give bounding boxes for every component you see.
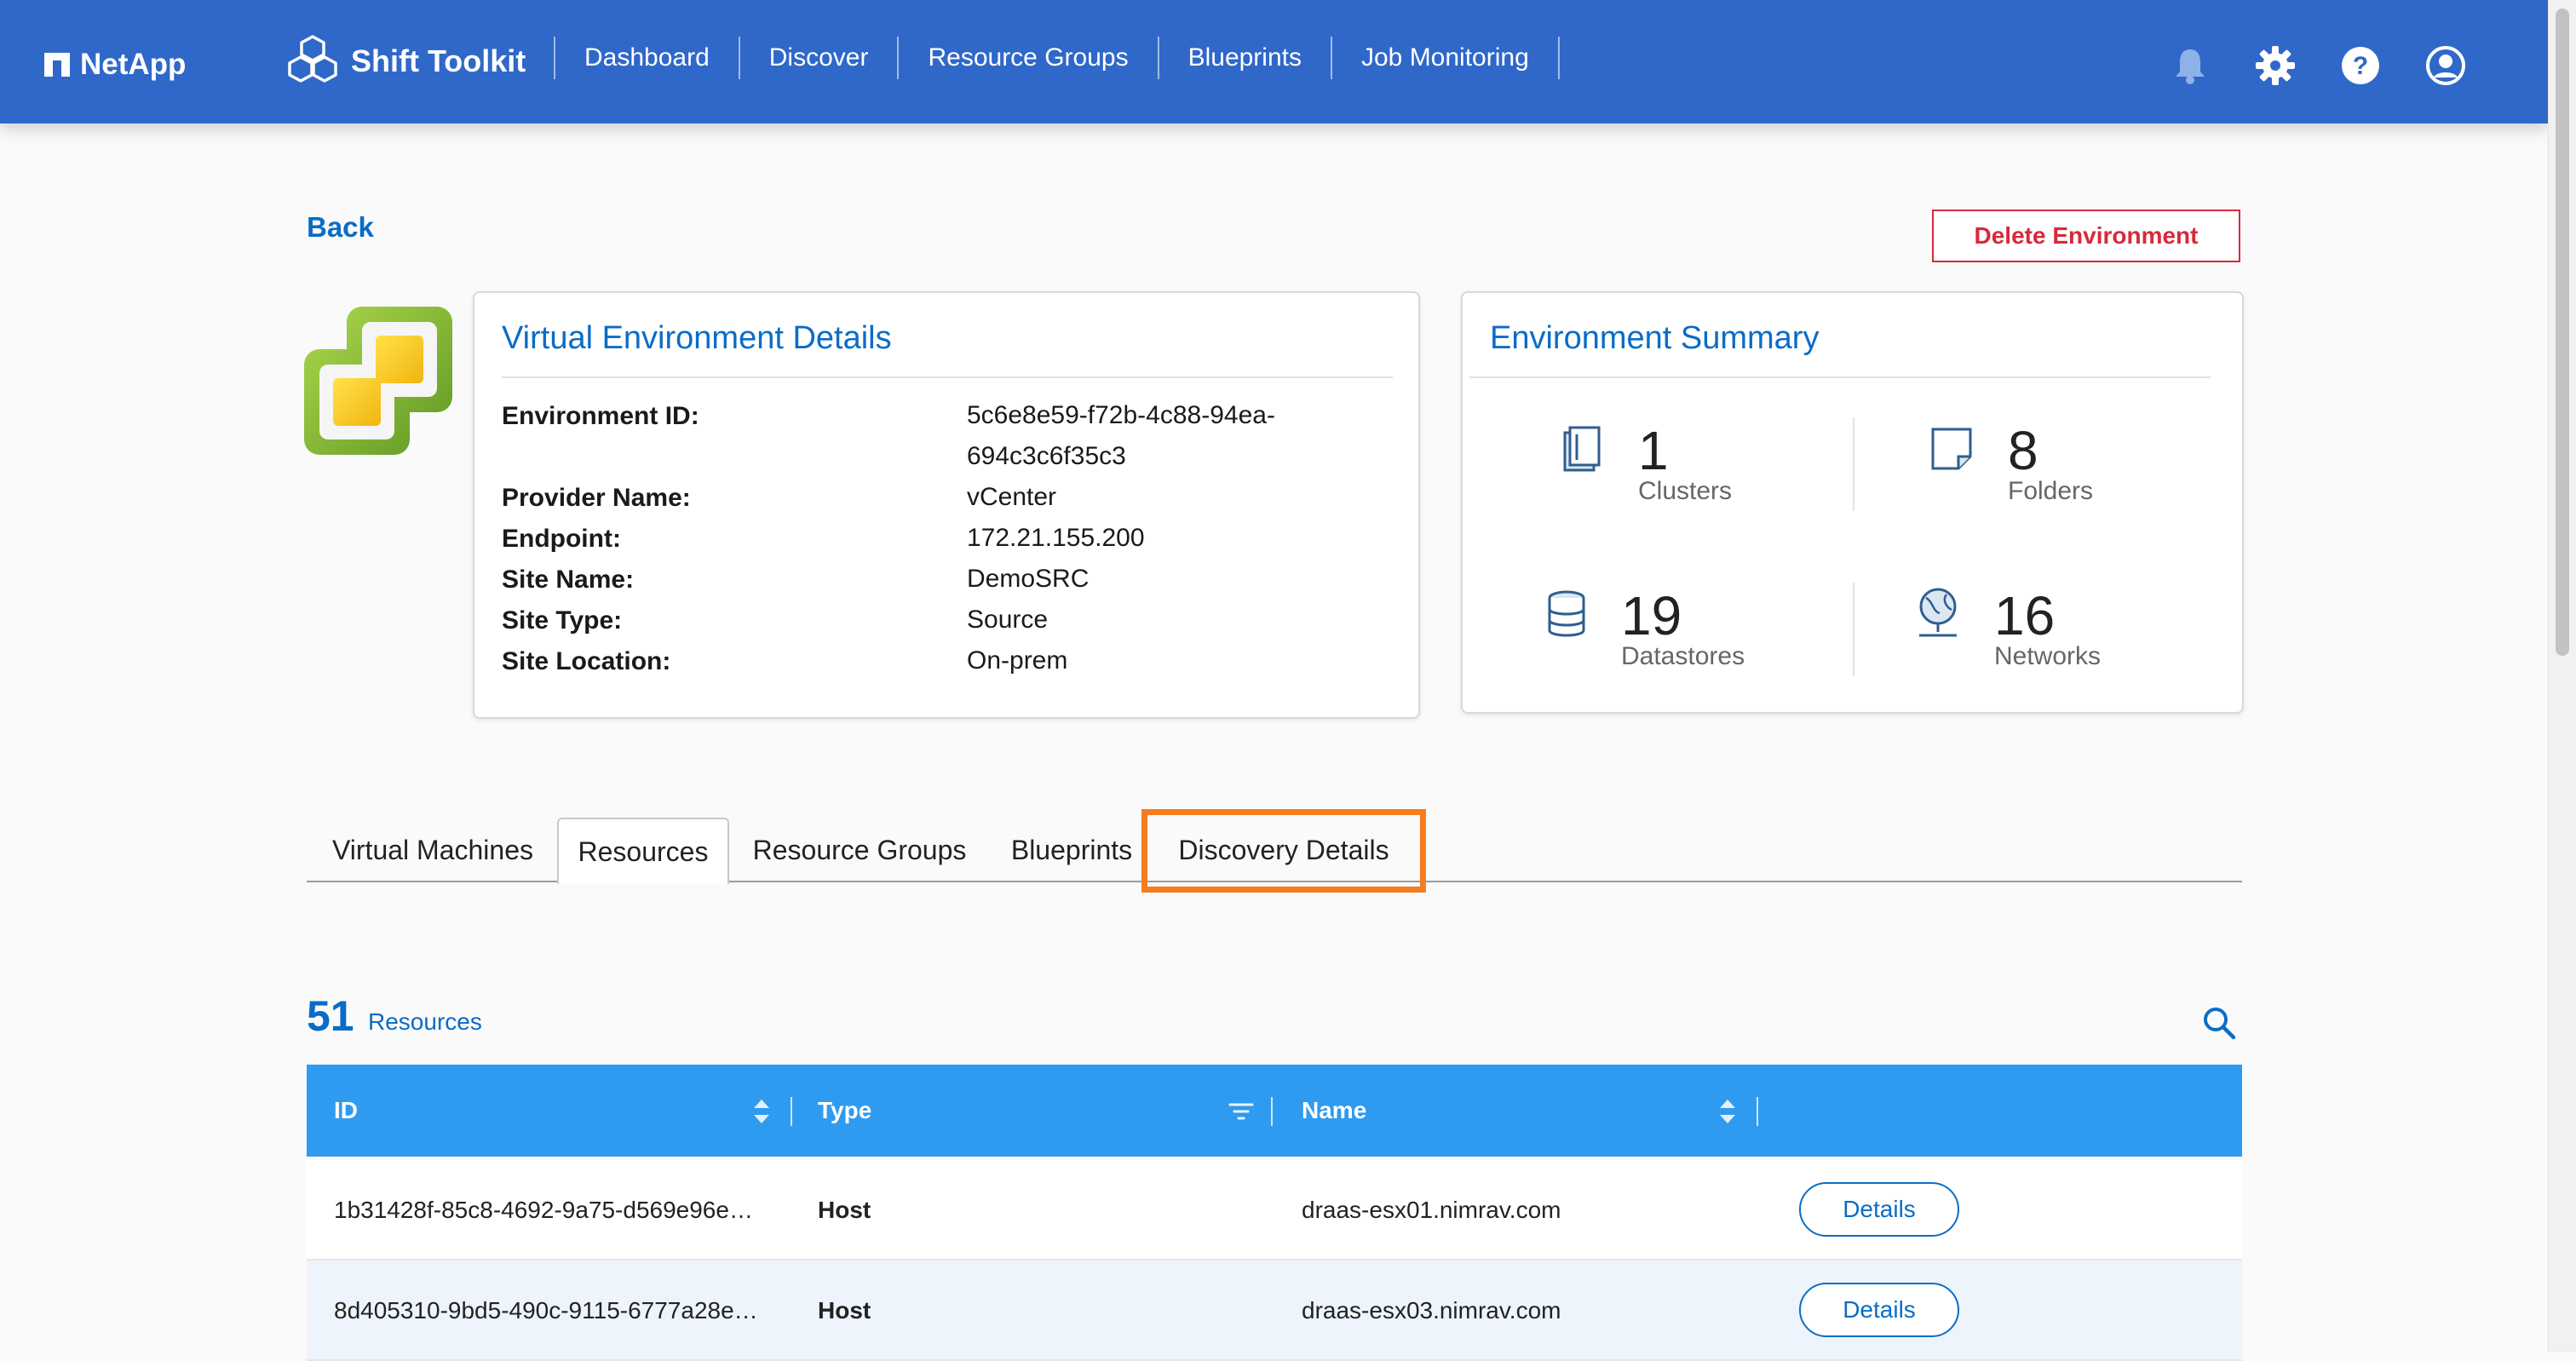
- detail-key: Site Type:: [502, 606, 623, 635]
- bell-icon[interactable]: [2167, 43, 2213, 89]
- tab-blueprints[interactable]: Blueprints: [1002, 818, 1141, 882]
- detail-value-environment-id: 5c6e8e59-f72b-4c88-94ea-694c3c6f35c3: [967, 401, 1275, 470]
- cluster-icon: [1563, 426, 1601, 472]
- detail-key: Environment ID:: [502, 402, 699, 430]
- detail-value-site-type: Source: [967, 606, 1049, 634]
- scrollbar-thumb[interactable]: [2556, 9, 2569, 656]
- column-header-id[interactable]: ID: [334, 1065, 358, 1157]
- user-icon[interactable]: [2423, 43, 2469, 89]
- shift-toolkit-logo-icon: [288, 35, 337, 83]
- column-header-type[interactable]: Type: [818, 1065, 871, 1157]
- cell-type: Host: [818, 1297, 871, 1324]
- nav-item-job-monitoring[interactable]: Job Monitoring: [1332, 43, 1558, 72]
- brand-name: NetApp: [80, 48, 187, 81]
- netapp-logo[interactable]: NetApp: [44, 46, 186, 83]
- network-icon: [1919, 588, 1957, 637]
- sort-icon[interactable]: [751, 1097, 772, 1126]
- table-row[interactable]: 8d405310-9bd5-490c-9115-6777a28e… Host d…: [307, 1261, 2242, 1361]
- back-link[interactable]: Back: [307, 211, 374, 244]
- nav-item-blueprints[interactable]: Blueprints: [1159, 43, 1331, 72]
- main-nav: Dashboard Discover Resource Groups Bluep…: [554, 31, 1560, 85]
- networks-count: 16: [1994, 585, 2056, 646]
- top-navigation-bar: NetApp Shift Toolkit Dashboard Discover …: [0, 0, 2549, 123]
- cell-name: draas-esx03.nimrav.com: [1302, 1297, 1561, 1324]
- cell-type: Host: [818, 1197, 871, 1223]
- resources-table-header: ID Type Name: [307, 1065, 2242, 1157]
- discovery-details-highlight: [1141, 809, 1426, 893]
- table-row[interactable]: 1b31428f-85c8-4692-9a75-d569e96e… Host d…: [307, 1160, 2242, 1261]
- folder-icon: [1931, 428, 1972, 470]
- search-icon[interactable]: [2201, 1005, 2237, 1041]
- nav-divider: [1557, 37, 1560, 79]
- summary-card-title: Environment Summary: [1490, 320, 1820, 356]
- nav-item-resource-groups[interactable]: Resource Groups: [899, 43, 1157, 72]
- virtual-environment-details-card: Virtual Environment Details Environment …: [473, 291, 1420, 719]
- tab-resources[interactable]: Resources: [557, 818, 729, 884]
- folders-label: Folders: [2008, 477, 2094, 505]
- nav-item-dashboard[interactable]: Dashboard: [555, 43, 739, 72]
- tab-virtual-machines[interactable]: Virtual Machines: [307, 818, 559, 882]
- cell-id: 8d405310-9bd5-490c-9115-6777a28e…: [334, 1297, 758, 1324]
- details-card-title: Virtual Environment Details: [502, 320, 892, 356]
- app-title-text: Shift Toolkit: [351, 43, 526, 78]
- resources-count-label: Resources: [368, 1008, 482, 1035]
- details-button[interactable]: Details: [1799, 1182, 1959, 1237]
- resources-count: 51: [307, 992, 354, 1040]
- detail-value-site-name: DemoSRC: [967, 565, 1090, 593]
- help-icon[interactable]: ?: [2337, 43, 2383, 89]
- column-divider: [791, 1097, 792, 1126]
- environment-summary-card: Environment Summary 1 Clusters 8 Folders…: [1461, 291, 2244, 714]
- detail-key: Site Location:: [502, 647, 671, 675]
- summary-title-divider: [1469, 376, 2211, 378]
- summary-divider: [1853, 583, 1854, 676]
- svg-text:?: ?: [2353, 52, 2368, 80]
- page-scrollbar[interactable]: [2548, 0, 2576, 1352]
- column-divider: [1757, 1097, 1758, 1126]
- cell-name: draas-esx01.nimrav.com: [1302, 1197, 1561, 1223]
- folders-count: 8: [2008, 420, 2038, 481]
- app-title[interactable]: Shift Toolkit: [286, 31, 526, 92]
- filter-icon[interactable]: [1228, 1097, 1254, 1126]
- netapp-logo-icon: [44, 53, 70, 77]
- datastores-count: 19: [1621, 585, 1682, 646]
- summary-divider: [1853, 417, 1854, 511]
- datastores-label: Datastores: [1621, 642, 1745, 670]
- details-title-divider: [502, 376, 1393, 378]
- datastore-icon: [1548, 590, 1585, 637]
- tab-resource-groups[interactable]: Resource Groups: [734, 818, 985, 882]
- detail-key: Provider Name:: [502, 484, 691, 512]
- detail-key: Endpoint:: [502, 525, 621, 553]
- column-header-name[interactable]: Name: [1302, 1065, 1366, 1157]
- cell-id: 1b31428f-85c8-4692-9a75-d569e96e…: [334, 1197, 753, 1223]
- delete-environment-button[interactable]: Delete Environment: [1932, 210, 2240, 262]
- details-button[interactable]: Details: [1799, 1283, 1959, 1337]
- gear-icon[interactable]: [2252, 43, 2298, 89]
- clusters-label: Clusters: [1638, 477, 1733, 505]
- sort-icon[interactable]: [1717, 1097, 1738, 1126]
- column-divider: [1271, 1097, 1273, 1126]
- detail-value-provider-name: vCenter: [967, 483, 1057, 511]
- vcenter-logo-icon: [304, 307, 452, 455]
- detail-key: Site Name:: [502, 566, 635, 594]
- nav-item-discover[interactable]: Discover: [740, 43, 898, 72]
- detail-value-site-location: On-prem: [967, 646, 1068, 675]
- clusters-count: 1: [1638, 420, 1669, 481]
- networks-label: Networks: [1994, 642, 2102, 670]
- detail-value-endpoint: 172.21.155.200: [967, 524, 1145, 552]
